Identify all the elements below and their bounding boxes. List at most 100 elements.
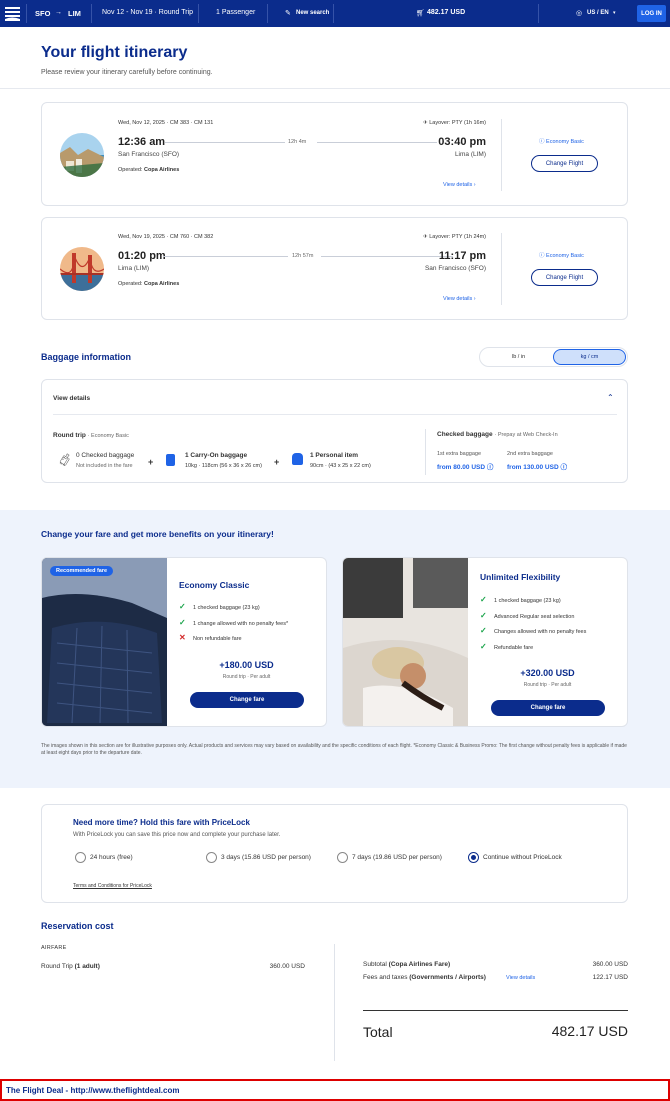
extra-baggage-1-label: 1st extra baggage bbox=[437, 451, 482, 457]
check-icon: ✓ bbox=[179, 602, 186, 611]
carry-on-icon bbox=[166, 454, 175, 466]
chevron-right-icon: › bbox=[473, 296, 476, 302]
airfare-label: AIRFARE bbox=[41, 945, 67, 951]
fare-card-flexibility: Unlimited Flexibility ✓ 1 checked baggage… bbox=[342, 557, 628, 727]
x-icon: ✕ bbox=[179, 633, 186, 642]
pricelock-card: Need more time? Hold this fare with Pric… bbox=[41, 804, 628, 903]
pricelock-subtitle: With PriceLock you can save this price n… bbox=[73, 832, 281, 838]
change-fare-button[interactable]: Change fare bbox=[190, 692, 304, 708]
language-selector[interactable]: US / EN bbox=[587, 10, 609, 16]
traveler-image bbox=[343, 558, 468, 726]
carry-on-sub: 10kg · 118cm (56 x 36 x 26 cm) bbox=[185, 463, 262, 469]
pricelock-radio-7days[interactable] bbox=[337, 852, 348, 863]
info-icon: ⓘ bbox=[486, 464, 494, 471]
route-to: LIM bbox=[68, 9, 81, 18]
destination-image-bridge bbox=[60, 247, 104, 291]
login-button[interactable]: LOG IN bbox=[637, 5, 666, 22]
fees-view-details-link[interactable]: View details bbox=[506, 975, 535, 981]
checked-baggage-sub: Not included in the fare bbox=[76, 463, 133, 469]
fare-name: Economy Classic bbox=[179, 580, 250, 590]
backpack-icon bbox=[292, 453, 303, 465]
check-icon: ✓ bbox=[480, 611, 487, 620]
view-details-link[interactable]: View details › bbox=[443, 296, 476, 302]
page-title: Your flight itinerary bbox=[41, 44, 188, 61]
arrival-place: Lima (LIM) bbox=[454, 151, 486, 158]
arrival-time: 11:17 pm bbox=[438, 250, 486, 262]
departure-place: Lima (LIM) bbox=[118, 265, 150, 272]
chevron-up-icon[interactable]: ⌃ bbox=[607, 393, 614, 402]
benefit: Refundable fare bbox=[494, 645, 534, 651]
page-subtitle: Please review your itinerary carefully b… bbox=[41, 69, 213, 76]
pricelock-option-label: 7 days (19.86 USD per person) bbox=[352, 854, 442, 861]
check-icon: ✓ bbox=[480, 595, 487, 604]
destination-image-coast bbox=[60, 133, 104, 177]
operated-by: Operated: Copa Airlines bbox=[118, 281, 180, 287]
operated-by: Operated: Copa Airlines bbox=[118, 167, 180, 173]
view-details-toggle[interactable]: View details bbox=[53, 395, 90, 402]
info-icon: ⓘ bbox=[560, 464, 567, 471]
benefit: Advanced Regular seat selection bbox=[494, 614, 575, 620]
subtotal-value: 360.00 USD bbox=[592, 961, 628, 968]
change-fare-button[interactable]: Change fare bbox=[491, 700, 605, 716]
info-icon: ⓘ bbox=[539, 139, 547, 145]
cart-icon: 🛒︎ bbox=[416, 10, 425, 17]
change-flight-button[interactable]: Change Flight bbox=[531, 269, 598, 286]
fare-card-classic: Recommended fare Economy Classic ✓ 1 chec… bbox=[41, 557, 327, 727]
checked-baggage-header: Checked baggage · Prepay at Web Check-In bbox=[437, 431, 558, 438]
departure-time: 12:36 am bbox=[118, 136, 166, 148]
view-details-link[interactable]: View details › bbox=[443, 182, 476, 188]
benefit: Changes allowed with no penalty fees bbox=[494, 629, 587, 635]
chevron-right-icon: › bbox=[473, 182, 476, 188]
benefit: 1 checked baggage (23 kg) bbox=[494, 598, 561, 604]
baggage-title: Baggage information bbox=[41, 352, 132, 362]
change-flight-button[interactable]: Change Flight bbox=[531, 155, 598, 172]
check-icon: ✓ bbox=[179, 618, 186, 627]
fare-disclaimer: The images shown in this section are for… bbox=[41, 743, 627, 757]
trip-dates[interactable]: Nov 12 - Nov 19 · Round Trip bbox=[102, 9, 193, 16]
checked-baggage-title: 0 Checked baggage bbox=[76, 452, 135, 459]
round-trip-value: 360.00 USD bbox=[269, 963, 305, 970]
fare-price: +320.00 USD bbox=[520, 668, 575, 678]
fare-upgrade-title: Change your fare and get more benefits o… bbox=[41, 529, 274, 539]
fare-price-sub: Round trip · Per adult bbox=[222, 674, 271, 680]
pricelock-option-label: 3 days (15.86 USD per person) bbox=[221, 854, 311, 861]
unit-imperial-option[interactable]: lb / in bbox=[512, 354, 525, 360]
pricelock-terms-link[interactable]: Terms and Conditions for PriceLock bbox=[73, 883, 152, 889]
flight-deal-footer[interactable]: The Flight Deal - http://www.theflightde… bbox=[0, 1079, 670, 1101]
layover-info: ✈ Layover: PTY (1h 16m) bbox=[423, 120, 486, 126]
departure-place: San Francisco (SFO) bbox=[118, 151, 180, 158]
plus-sign: + bbox=[148, 457, 154, 467]
trip-type: Round trip · Economy Basic bbox=[53, 432, 129, 439]
flight-meta: Wed, Nov 19, 2025 · CM 760 · CM 382 bbox=[118, 234, 214, 240]
suitcase-icon: 🧳︎ bbox=[57, 453, 73, 467]
extra-baggage-2-label: 2nd extra baggage bbox=[507, 451, 553, 457]
route-from: SFO bbox=[35, 9, 51, 18]
fees-label: Fees and taxes (Governments / Airports) bbox=[363, 974, 486, 981]
flight-duration: 12h 4m bbox=[288, 139, 307, 145]
pricelock-option-label: Continue without PriceLock bbox=[483, 854, 562, 861]
fare-type: ⓘ Economy Basic bbox=[539, 139, 584, 145]
new-search-link[interactable]: New search bbox=[296, 10, 329, 16]
pricelock-radio-24h[interactable] bbox=[75, 852, 86, 863]
layover-info: ✈ Layover: PTY (1h 24m) bbox=[423, 234, 486, 240]
pencil-icon: ✎ bbox=[285, 10, 291, 17]
fees-value: 122.17 USD bbox=[592, 974, 628, 981]
unit-metric-option[interactable]: kg / cm bbox=[553, 349, 626, 365]
personal-item-title: 1 Personal item bbox=[310, 452, 359, 459]
baggage-card: View details ⌃ Round trip · Economy Basi… bbox=[41, 379, 628, 483]
check-icon: ✓ bbox=[480, 626, 487, 635]
cart-total[interactable]: 482.17 USD bbox=[427, 9, 465, 16]
round-trip-line: Round Trip (1 adult) bbox=[41, 963, 100, 970]
reservation-cost-title: Reservation cost bbox=[41, 921, 114, 931]
recommended-badge: Recommended fare bbox=[50, 566, 114, 576]
globe-icon: ◎ bbox=[576, 10, 583, 17]
departure-time: 01:20 pm bbox=[118, 250, 166, 262]
pricelock-radio-none[interactable] bbox=[468, 852, 479, 863]
extra-baggage-2-price: from 130.00 USD ⓘ bbox=[507, 464, 567, 471]
pricelock-option-label: 24 hours (free) bbox=[90, 854, 133, 861]
flight-card-outbound: Wed, Nov 12, 2025 · CM 383 · CM 131 ✈ La… bbox=[41, 102, 628, 206]
passenger-count[interactable]: 1 Passenger bbox=[216, 9, 255, 16]
pricelock-radio-3days[interactable] bbox=[206, 852, 217, 863]
extra-baggage-1-price: from 80.00 USD ⓘ bbox=[437, 464, 494, 471]
copa-logo-icon[interactable] bbox=[5, 5, 20, 22]
